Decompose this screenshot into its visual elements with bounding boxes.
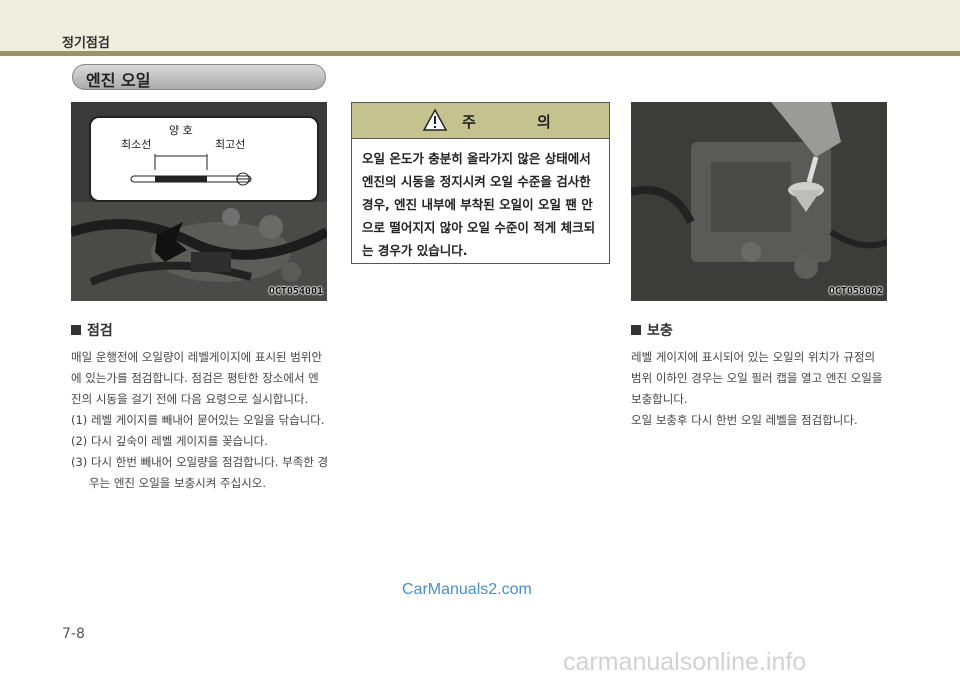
header-title: 정기점검 <box>62 36 110 51</box>
inspection-step-3: (3) 다시 한번 빼내어 오일량을 점검합니다. 부족한 경우는 엔진 오일을… <box>71 455 329 490</box>
refill-heading-text: 보충 <box>647 323 673 339</box>
left-photo-code: OCT054001 <box>268 286 323 297</box>
dipstick-icon <box>130 154 252 186</box>
footer-site-text: carmanualsonline.info <box>563 648 807 676</box>
header-band <box>0 0 960 56</box>
caution-box: 주 의 오일 온도가 충분히 올라가지 않은 상태에서 엔진의 시동을 정지시켜… <box>351 102 610 264</box>
bullet-square-icon <box>631 325 641 335</box>
dipstick-inset: 양 호 최소선 최고선 <box>89 116 319 202</box>
inspection-body: 매일 운행전에 오일량이 레벨게이지에 표시된 범위안에 있는가를 점검합니다.… <box>71 347 329 494</box>
oil-refill-photo: OCT058002 <box>631 102 887 301</box>
refill-photo-graphic <box>631 102 887 301</box>
engine-dipstick-photo: 양 호 최소선 최고선 OCT054001 <box>71 102 327 301</box>
caution-text: 오일 온도가 충분히 올라가지 않은 상태에서 엔진의 시동을 정지시켜 오일 … <box>362 151 596 258</box>
caution-title: 주 의 <box>462 113 579 131</box>
refill-heading: 보충 <box>631 320 673 340</box>
section-title-pill: 엔진 오일 <box>72 64 326 90</box>
watermark-link[interactable]: CarManuals2.com <box>402 581 532 599</box>
refill-para-2: 오일 보충후 다시 한번 오일 레벨을 점검합니다. <box>631 413 858 427</box>
inspection-heading-text: 점검 <box>87 323 113 339</box>
section-title: 엔진 오일 <box>86 71 151 90</box>
refill-para-1: 레벨 게이지에 표시되어 있는 오일의 위치가 규정의 범위 이하인 경우는 오… <box>631 350 883 406</box>
header-rule <box>0 51 960 56</box>
right-photo-code: OCT058002 <box>828 286 883 297</box>
caution-header: 주 의 <box>352 103 609 139</box>
refill-body: 레벨 게이지에 표시되어 있는 오일의 위치가 규정의 범위 이하인 경우는 오… <box>631 347 889 431</box>
inspection-intro: 매일 운행전에 오일량이 레벨게이지에 표시된 범위안에 있는가를 점검합니다.… <box>71 350 323 406</box>
page-number: 7-8 <box>62 626 85 642</box>
inspection-step-1: (1) 레벨 게이지를 빼내어 묻어있는 오일을 닦습니다. <box>71 413 325 427</box>
bullet-square-icon <box>71 325 81 335</box>
warning-triangle-icon <box>422 108 448 131</box>
inspection-heading: 점검 <box>71 320 113 340</box>
inspection-step-2: (2) 다시 깊숙이 레벨 게이지를 꽂습니다. <box>71 434 268 448</box>
